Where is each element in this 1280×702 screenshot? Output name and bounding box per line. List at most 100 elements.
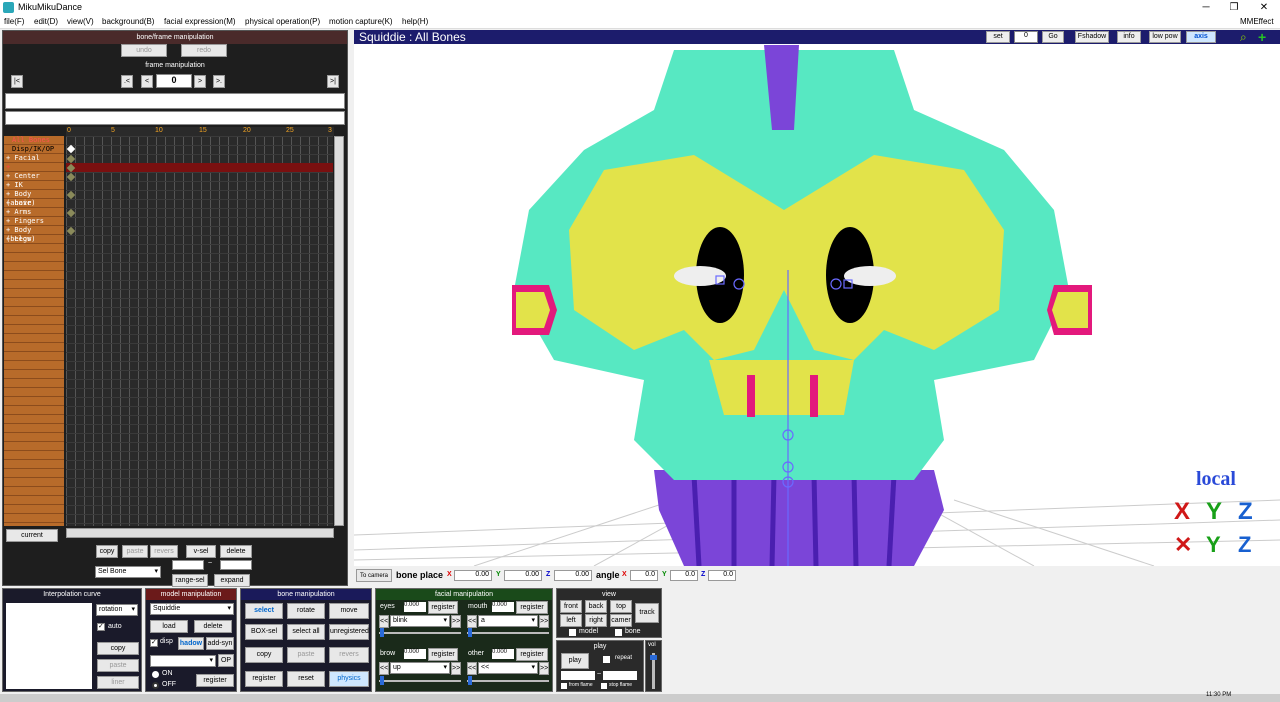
row-root[interactable]: + xyxy=(6,163,10,172)
row-hair[interactable]: + hair xyxy=(6,199,31,208)
row-fingers[interactable]: + Fingers xyxy=(6,217,44,226)
frame-number-input[interactable]: 0 xyxy=(156,74,192,88)
angle-z-input[interactable]: 0.0 xyxy=(708,570,736,581)
auto-checkbox[interactable]: ✓ xyxy=(97,623,105,631)
interp-liner-button[interactable]: liner xyxy=(97,676,139,689)
set-button[interactable]: set xyxy=(986,31,1010,43)
menu-motion-capture[interactable]: motion capture(K) xyxy=(329,17,393,26)
bone-paste-button[interactable]: paste xyxy=(287,647,325,663)
from-frame-input[interactable] xyxy=(561,671,595,680)
last-frame-button[interactable]: >| xyxy=(327,75,339,88)
eyes-next-button[interactable]: >> xyxy=(451,615,461,628)
unregistered-button[interactable]: unregistered xyxy=(329,624,369,640)
eyes-prev-button[interactable]: << xyxy=(379,615,389,628)
move-y-icon[interactable]: Y xyxy=(1206,532,1221,558)
low-pow-button[interactable]: low pow xyxy=(1149,31,1181,43)
keyframe-marker[interactable] xyxy=(66,154,76,164)
eyes-slider[interactable] xyxy=(379,632,461,634)
eyes-dropdown[interactable]: blink xyxy=(390,615,450,627)
from-frame-checkbox[interactable] xyxy=(561,683,567,689)
undo-button[interactable]: undo xyxy=(121,44,167,57)
set-frame-input[interactable]: 0 xyxy=(1014,31,1038,43)
bone-copy-button[interactable]: copy xyxy=(245,647,283,663)
expand-button[interactable]: expand xyxy=(214,574,250,587)
move-x-icon[interactable]: ✕ xyxy=(1174,532,1192,558)
angle-x-input[interactable]: 0.0 xyxy=(630,570,658,581)
view-bone-checkbox[interactable] xyxy=(615,629,622,636)
timeline-hscroll[interactable] xyxy=(66,528,334,538)
mouth-slider[interactable] xyxy=(467,632,549,634)
move-z-icon[interactable]: Z xyxy=(1238,532,1251,558)
bone-rotate-button[interactable]: rotate xyxy=(287,603,325,619)
info-button[interactable]: info xyxy=(1117,31,1141,43)
play-button[interactable]: play xyxy=(561,653,589,669)
rotate-x-icon[interactable]: X xyxy=(1174,498,1190,526)
next-frame-button[interactable]: > xyxy=(194,75,206,88)
op-button[interactable]: OP xyxy=(218,654,234,667)
model-dropdown[interactable]: Squiddie xyxy=(150,603,234,615)
eyes-value[interactable]: 0.000 xyxy=(404,602,426,612)
rotate-y-icon[interactable]: Y xyxy=(1206,498,1222,526)
range-start-input[interactable] xyxy=(172,560,204,570)
model-load-button[interactable]: load xyxy=(150,620,188,633)
frame-paste-button[interactable]: paste xyxy=(122,545,148,558)
keyframe-grid[interactable] xyxy=(66,136,333,526)
brow-slider[interactable] xyxy=(379,680,461,682)
brow-register-button[interactable]: register xyxy=(428,648,458,661)
restore-button[interactable]: ❐ xyxy=(1220,0,1248,15)
frame-copy-button[interactable]: copy xyxy=(96,545,118,558)
keyframe-marker[interactable] xyxy=(66,226,76,236)
keyframe-marker[interactable] xyxy=(66,208,76,218)
repeat-checkbox[interactable] xyxy=(603,656,610,663)
model-register-button[interactable]: register xyxy=(196,674,234,687)
mouth-next-button[interactable]: >> xyxy=(539,615,549,628)
fshadow-button[interactable]: Fshadow xyxy=(1075,31,1109,43)
other-value[interactable]: 0.000 xyxy=(492,649,514,659)
vsel-button[interactable]: v-sel xyxy=(186,545,216,558)
menu-edit[interactable]: edit(D) xyxy=(34,17,58,26)
bone-reset-button[interactable]: reset xyxy=(287,671,325,687)
menu-mmeffect[interactable]: MMEffect xyxy=(1240,17,1274,26)
other-register-button[interactable]: register xyxy=(516,648,548,661)
bone-select-button[interactable]: select xyxy=(245,603,283,619)
eyes-slider-thumb[interactable] xyxy=(380,628,384,637)
mouth-value[interactable]: 0.000 xyxy=(492,602,514,612)
brow-dropdown[interactable]: up xyxy=(390,662,450,674)
to-frame-input[interactable] xyxy=(603,671,637,680)
bone-list[interactable]: All Bones Disp/IK/OP + Facial + + Center… xyxy=(4,136,64,526)
eyes-register-button[interactable]: register xyxy=(428,601,458,614)
frame-delete-button[interactable]: delete xyxy=(220,545,252,558)
frame-revers-button[interactable]: revers xyxy=(150,545,178,558)
minimize-button[interactable]: ─ xyxy=(1192,0,1220,15)
view-back-button[interactable]: back xyxy=(585,600,607,613)
interp-copy-button[interactable]: copy xyxy=(97,642,139,655)
other-prev-button[interactable]: << xyxy=(467,662,477,675)
interp-paste-button[interactable]: paste xyxy=(97,659,139,672)
view-left-button[interactable]: left xyxy=(560,614,582,627)
stop-frame-checkbox[interactable] xyxy=(601,683,607,689)
current-button[interactable]: current xyxy=(6,529,58,542)
interp-mode-dropdown[interactable]: rotation xyxy=(96,604,138,616)
angle-y-input[interactable]: 0.0 xyxy=(670,570,698,581)
keyframe-marker[interactable] xyxy=(66,172,76,182)
brow-prev-button[interactable]: << xyxy=(379,662,389,675)
row-all-bones[interactable]: All Bones xyxy=(12,136,50,145)
sel-bone-dropdown[interactable]: Sel Bone xyxy=(95,566,161,578)
view-top-button[interactable]: top xyxy=(610,600,632,613)
bone-z-input[interactable]: 0.00 xyxy=(554,570,592,581)
row-legs[interactable]: + Legs xyxy=(6,235,31,244)
disp-checkbox[interactable]: ✓ xyxy=(150,639,158,647)
interp-curve-canvas[interactable] xyxy=(6,603,92,689)
zoom-icon[interactable]: ⌕ xyxy=(1240,30,1247,45)
menu-physical[interactable]: physical operation(P) xyxy=(245,17,320,26)
model-delete-button[interactable]: delete xyxy=(194,620,232,633)
keyframe-marker[interactable] xyxy=(66,144,76,154)
shadow-button[interactable]: hadow xyxy=(178,637,204,650)
keyframe-marker[interactable] xyxy=(66,190,76,200)
bone-revers-button[interactable]: revers xyxy=(329,647,369,663)
3d-viewport[interactable]: local X Y Z ✕ Y Z xyxy=(354,30,1280,566)
range-end-input[interactable] xyxy=(220,560,252,570)
physics-button[interactable]: physics xyxy=(329,671,369,687)
view-front-button[interactable]: front xyxy=(560,600,582,613)
brow-value[interactable]: 0.000 xyxy=(404,649,426,659)
